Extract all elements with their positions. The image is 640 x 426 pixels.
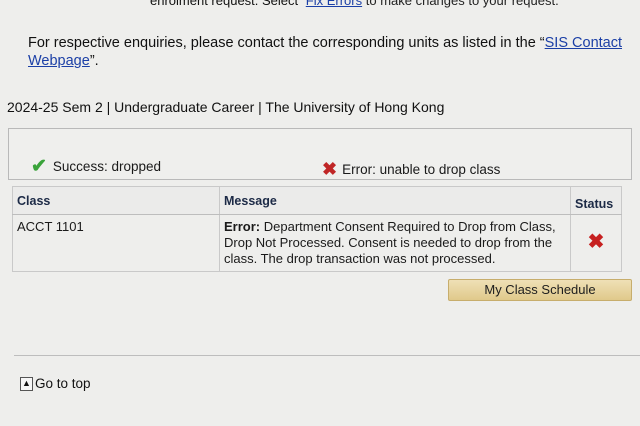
table-row: ACCT 1101 Error: Department Consent Requ… [12, 214, 622, 272]
my-class-schedule-button[interactable]: My Class Schedule [448, 279, 632, 301]
checkmark-icon: ✔ [31, 156, 47, 177]
arrow-up-icon: ▲ [20, 376, 33, 391]
instruction-text-fragment: enrolment request. Select Fix Errors to … [150, 0, 640, 8]
success-summary: ✔ Success: dropped [31, 155, 161, 178]
result-summary-panel: ✔ Success: dropped ✖ Error: unable to dr… [8, 128, 632, 180]
error-label: Error: unable to drop class [342, 162, 501, 177]
enquiry-suffix: ”. [89, 53, 99, 69]
error-x-icon: ✖ [587, 231, 605, 253]
fix-errors-link[interactable]: Fix Errors [306, 0, 362, 8]
message-text: Department Consent Required to Drop from… [224, 219, 556, 266]
go-to-top-link[interactable]: ▲ Go to top [20, 376, 91, 391]
column-header-message: Message [219, 186, 571, 215]
instruction-suffix: to make changes to your request. [365, 0, 559, 8]
term-career-line: 2024-25 Sem 2 | Undergraduate Career | T… [7, 99, 445, 115]
status-cell: ✖ [570, 214, 622, 272]
class-cell: ACCT 1101 [12, 214, 220, 272]
enquiry-notice: For respective enquiries, please contact… [28, 34, 638, 70]
divider [14, 355, 640, 356]
column-header-status: Status [570, 186, 622, 215]
message-prefix: Error: [224, 219, 261, 234]
error-summary: ✖ Error: unable to drop class [322, 159, 500, 180]
drop-results-table: Class Message Status ACCT 1101 Error: De… [12, 186, 622, 272]
success-label: Success: dropped [52, 159, 161, 174]
column-header-class: Class [12, 186, 220, 215]
instruction-prefix: enrolment request. Select [150, 0, 299, 8]
go-to-top-label: Go to top [35, 376, 91, 391]
enquiry-text: For respective enquiries, please contact… [28, 35, 545, 51]
error-x-icon: ✖ [322, 159, 338, 179]
message-cell: Error: Department Consent Required to Dr… [219, 214, 571, 272]
